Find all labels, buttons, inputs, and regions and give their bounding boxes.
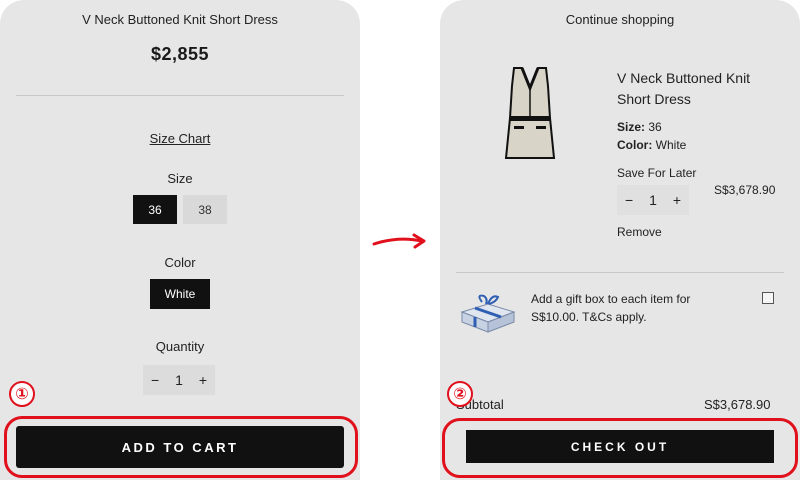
product-title: V Neck Buttoned Knit Short Dress [82, 12, 278, 27]
size-value: 36 [648, 120, 662, 134]
quantity-value: 1 [175, 372, 183, 388]
quantity-value: 1 [649, 192, 657, 208]
remove-item-link[interactable]: Remove [617, 225, 662, 239]
size-chart-link[interactable]: Size Chart [0, 131, 360, 146]
size-option-36[interactable]: 36 [133, 195, 177, 224]
color-option-white[interactable]: White [150, 279, 210, 309]
increase-quantity-button[interactable]: + [673, 192, 681, 208]
cart-item-price: S$3,678.90 [714, 183, 776, 197]
color-value: White [655, 138, 687, 152]
cart-item-color: Color: White [617, 138, 686, 152]
decrease-quantity-button[interactable]: − [151, 372, 159, 388]
save-for-later-link[interactable]: Save For Later [617, 166, 696, 180]
increase-quantity-button[interactable]: + [199, 372, 207, 388]
decrease-quantity-button[interactable]: − [625, 192, 633, 208]
size-option-38[interactable]: 38 [183, 195, 227, 224]
size-key: Size: [617, 120, 646, 134]
step-2-highlight [442, 418, 798, 478]
cart-quantity-stepper: − 1 + [617, 185, 689, 215]
divider [456, 272, 784, 273]
cart-item-title[interactable]: V Neck Buttoned Knit Short Dress [617, 68, 787, 110]
subtotal-value: S$3,678.90 [704, 397, 771, 412]
dress-product-icon[interactable] [500, 66, 560, 162]
continue-shopping-link[interactable]: Continue shopping [440, 12, 800, 27]
color-key: Color: [617, 138, 653, 152]
quantity-stepper: − 1 + [143, 365, 215, 395]
divider [16, 95, 344, 96]
gift-box-offer-text: Add a gift box to each item for S$10.00.… [531, 292, 691, 324]
gift-box-checkbox[interactable] [762, 292, 774, 304]
step-2-badge: ② [447, 381, 473, 407]
color-label: Color [164, 255, 196, 270]
arrow-right-icon [372, 233, 426, 249]
quantity-label: Quantity [155, 339, 205, 354]
product-page-screen: V Neck Buttoned Knit Short Dress $2,855 … [0, 0, 360, 480]
product-price: $2,855 [150, 44, 210, 64]
step-1-badge: ① [9, 381, 35, 407]
step-1-number: ① [15, 386, 29, 403]
size-label: Size [167, 171, 193, 186]
step-2-number: ② [453, 386, 467, 403]
cart-item-size: Size: 36 [617, 120, 662, 134]
gift-box-icon [460, 294, 516, 333]
step-1-highlight [4, 416, 358, 478]
